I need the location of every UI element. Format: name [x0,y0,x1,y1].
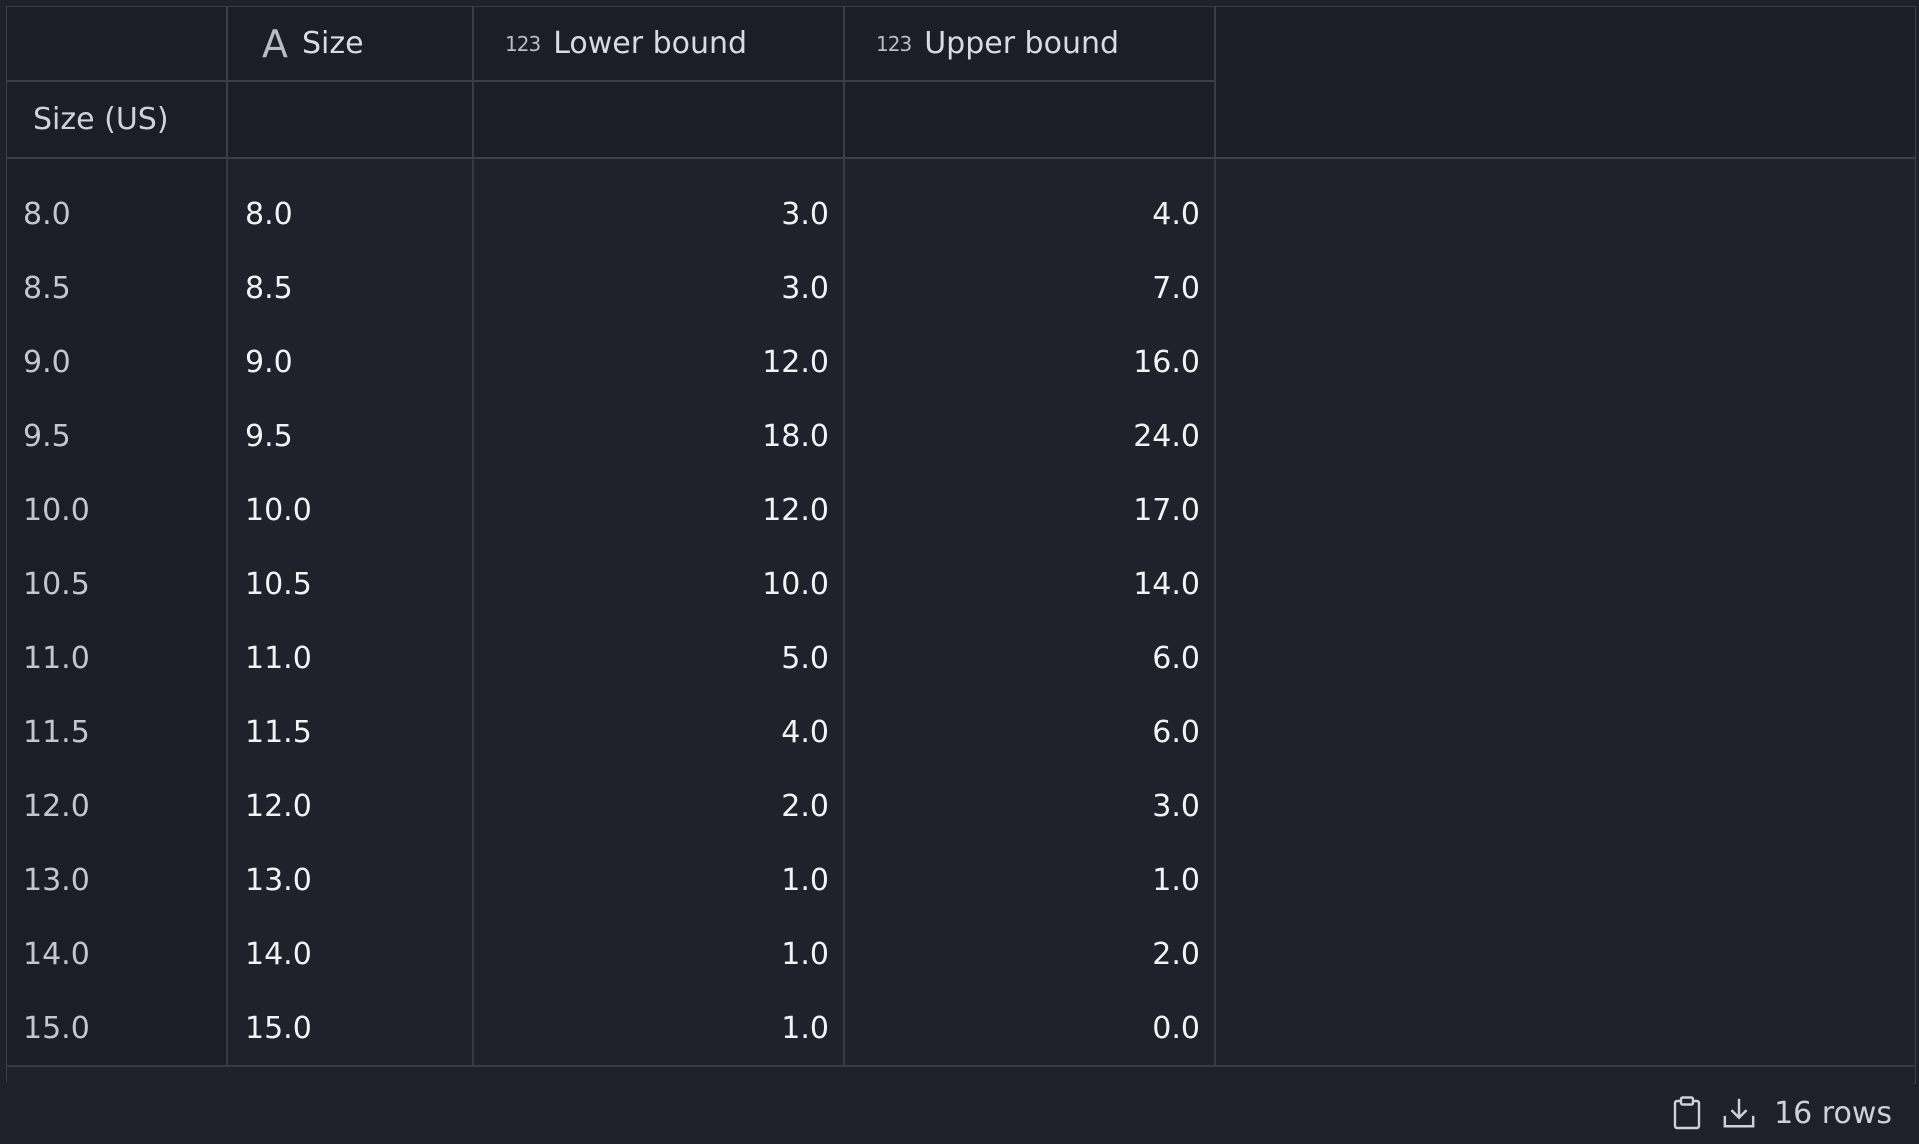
dataframe-viewer: 7.57.51.02.08.08.03.04.08.58.53.07.09.09… [0,0,1919,1144]
upper-bound-cell[interactable]: 17.0 [845,473,1216,547]
row-index-cell[interactable]: 15.0 [7,991,228,1065]
size-cell[interactable]: 11.0 [228,621,474,695]
table-header: A Size 123 Lower bound 123 Upper bound S… [7,7,1915,159]
lower-bound-cell[interactable]: 2.0 [474,769,845,843]
upper-bound-cell[interactable]: 7.0 [845,251,1216,325]
index-header-spacer [228,82,474,157]
size-cell[interactable]: 14.0 [228,917,474,991]
index-header-spacer [474,82,845,157]
column-header-label: Size [302,26,364,61]
size-cell[interactable]: 12.0 [228,769,474,843]
table-row[interactable]: 13.0 13.0 1.0 1.0 [7,843,1915,919]
row-index-cell[interactable]: 11.0 [7,621,228,695]
row-index-cell[interactable]: 12.0 [7,769,228,843]
lower-bound-cell[interactable]: 1.0 [474,991,845,1065]
upper-bound-cell[interactable]: 3.0 [845,769,1216,843]
size-cell[interactable]: 9.0 [228,325,474,399]
table-row[interactable]: 12.0 12.0 2.0 3.0 [7,769,1915,845]
header-corner [7,7,228,82]
upper-bound-cell[interactable]: 4.0 [845,177,1216,251]
table-row[interactable]: 10.5 10.5 10.0 14.0 [7,547,1915,623]
size-cell[interactable]: 9.5 [228,399,474,473]
row-index-cell[interactable]: 10.0 [7,473,228,547]
upper-bound-cell[interactable]: 24.0 [845,399,1216,473]
size-cell[interactable]: 13.0 [228,843,474,917]
row-index-cell[interactable]: 9.0 [7,325,228,399]
download-icon[interactable] [1722,1096,1756,1130]
lower-bound-cell[interactable]: 5.0 [474,621,845,695]
size-cell[interactable]: 8.0 [228,177,474,251]
row-index-cell[interactable]: 9.5 [7,399,228,473]
row-index-cell[interactable]: 10.5 [7,547,228,621]
clipboard-icon[interactable] [1670,1096,1704,1130]
size-cell[interactable]: 10.5 [228,547,474,621]
table-row[interactable]: 8.5 8.5 3.0 7.0 [7,251,1915,327]
index-header-spacer [845,82,1216,157]
row-count: 16 rows [1774,1095,1892,1131]
upper-bound-cell[interactable]: 14.0 [845,547,1216,621]
numeric-type-icon: 123 [876,31,912,56]
column-header-label: Upper bound [924,26,1120,61]
data-grid[interactable]: 7.57.51.02.08.08.03.04.08.58.53.07.09.09… [6,6,1916,1084]
upper-bound-cell[interactable]: 0.0 [845,991,1216,1065]
numeric-type-icon: 123 [505,31,541,56]
upper-bound-cell[interactable]: 6.0 [845,695,1216,769]
table-row[interactable]: 9.0 9.0 12.0 16.0 [7,325,1915,401]
lower-bound-cell[interactable]: 3.0 [474,177,845,251]
size-cell[interactable]: 11.5 [228,695,474,769]
size-cell[interactable]: 8.5 [228,251,474,325]
lower-bound-cell[interactable]: 18.0 [474,399,845,473]
upper-bound-cell[interactable]: 16.0 [845,325,1216,399]
table-row[interactable]: 10.0 10.0 12.0 17.0 [7,473,1915,549]
lower-bound-cell[interactable]: 12.0 [474,325,845,399]
table-row[interactable]: 11.5 11.5 4.0 6.0 [7,695,1915,771]
lower-bound-cell[interactable]: 1.0 [474,917,845,991]
table-row[interactable]: 9.5 9.5 18.0 24.0 [7,399,1915,475]
table-footer: 16 rows [6,1082,1914,1144]
row-index-cell[interactable]: 8.0 [7,177,228,251]
column-header-size[interactable]: A Size [228,7,474,82]
index-header-label: Size (US) [33,102,169,137]
lower-bound-cell[interactable]: 12.0 [474,473,845,547]
row-index-cell[interactable]: 14.0 [7,917,228,991]
lower-bound-cell[interactable]: 4.0 [474,695,845,769]
upper-bound-cell[interactable]: 2.0 [845,917,1216,991]
table-row[interactable]: 15.0 15.0 1.0 0.0 [7,991,1915,1067]
column-header-upper-bound[interactable]: 123 Upper bound [845,7,1216,82]
table-row[interactable]: 14.0 14.0 1.0 2.0 [7,917,1915,993]
size-cell[interactable]: 15.0 [228,991,474,1065]
index-header[interactable]: Size (US) [7,82,228,157]
text-type-icon: A [262,21,288,66]
lower-bound-cell[interactable]: 10.0 [474,547,845,621]
column-header-label: Lower bound [553,26,748,61]
upper-bound-cell[interactable]: 1.0 [845,843,1216,917]
table-row[interactable]: 11.0 11.0 5.0 6.0 [7,621,1915,697]
column-header-lower-bound[interactable]: 123 Lower bound [474,7,845,82]
upper-bound-cell[interactable]: 6.0 [845,621,1216,695]
row-index-cell[interactable]: 13.0 [7,843,228,917]
row-index-cell[interactable]: 8.5 [7,251,228,325]
size-cell[interactable]: 10.0 [228,473,474,547]
row-index-cell[interactable]: 11.5 [7,695,228,769]
table-row[interactable]: 8.0 8.0 3.0 4.0 [7,177,1915,253]
lower-bound-cell[interactable]: 3.0 [474,251,845,325]
lower-bound-cell[interactable]: 1.0 [474,843,845,917]
